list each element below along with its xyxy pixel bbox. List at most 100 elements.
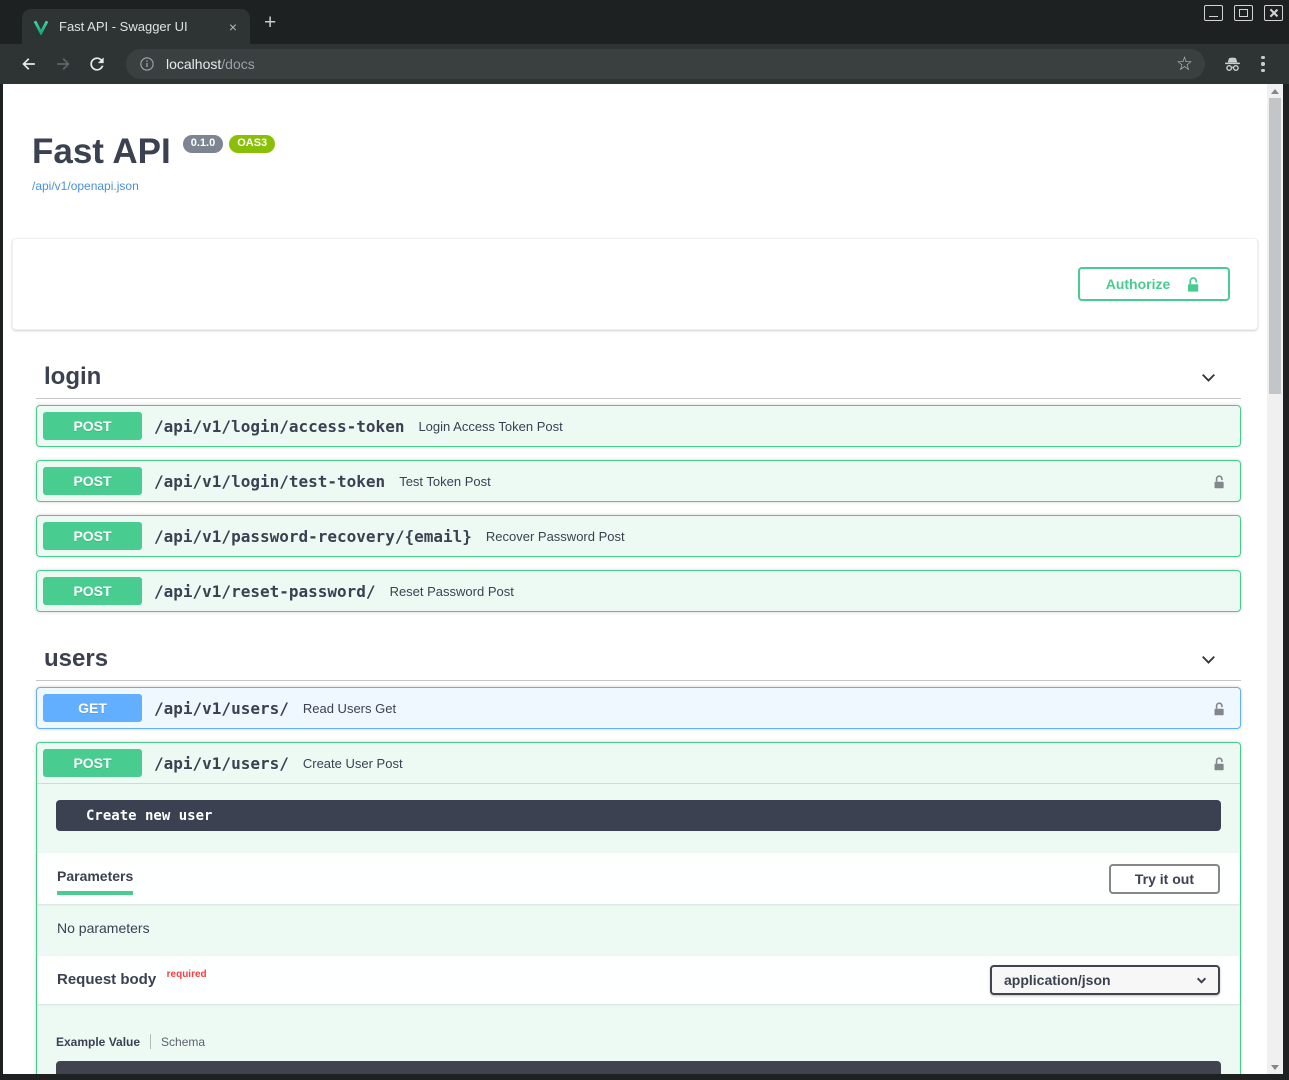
method-badge: POST — [43, 522, 142, 550]
browser-toolbar: localhost/docs ☆ — [0, 44, 1289, 84]
op-path: /api/v1/users/ — [154, 699, 289, 718]
minimize-button[interactable] — [1204, 5, 1223, 21]
tag-section-login: login POST /api/v1/login/access-token Lo… — [36, 354, 1241, 612]
authorize-button[interactable]: Authorize — [1078, 267, 1230, 301]
request-body-label: Request body — [57, 971, 156, 988]
tag-header-login[interactable]: login — [36, 354, 1241, 399]
request-body-header: Request body required application/json — [37, 956, 1240, 1004]
bookmark-star-icon[interactable]: ☆ — [1176, 55, 1193, 74]
op-summary: Read Users Get — [303, 701, 1211, 716]
page-content: Fast API 0.1.0 OAS3 /api/v1/openapi.json… — [3, 84, 1283, 1074]
new-tab-button[interactable]: + — [264, 11, 276, 35]
browser-tab[interactable]: Fast API - Swagger UI × — [22, 9, 250, 44]
tag-section-users: users GET /api/v1/users/ Read Users Get — [36, 636, 1241, 1074]
reload-icon — [87, 54, 107, 74]
window-controls — [1204, 5, 1283, 21]
op-summary: Create User Post — [303, 756, 1211, 771]
parameters-tab[interactable]: Parameters — [57, 862, 133, 895]
page-scrollbar[interactable] — [1267, 84, 1283, 1074]
browser-menu-button[interactable] — [1253, 51, 1273, 77]
page-title: Fast API — [32, 132, 171, 172]
scrollbar-down-arrow[interactable] — [1267, 1060, 1283, 1074]
tag-title: users — [44, 644, 108, 674]
scrollbar-up-arrow[interactable] — [1267, 84, 1283, 98]
tag-header-users[interactable]: users — [36, 636, 1241, 681]
op-summary: Recover Password Post — [486, 529, 1240, 544]
op-path: /api/v1/password-recovery/{email} — [154, 527, 472, 546]
close-icon — [1269, 8, 1279, 18]
method-badge: POST — [43, 412, 142, 440]
api-title-row: Fast API 0.1.0 OAS3 — [32, 132, 1267, 172]
chevron-down-icon — [1195, 974, 1208, 987]
back-button[interactable] — [16, 51, 42, 77]
address-bar[interactable]: localhost/docs ☆ — [126, 49, 1205, 79]
media-type-select[interactable]: application/json — [990, 965, 1220, 995]
op-description: Create new user — [56, 800, 1221, 831]
op-path: /api/v1/reset-password/ — [154, 582, 376, 601]
maximize-icon — [1239, 9, 1248, 17]
auth-lock-icon[interactable] — [1211, 473, 1227, 490]
tab-title: Fast API - Swagger UI — [59, 19, 226, 34]
openapi-spec-link[interactable]: /api/v1/openapi.json — [32, 179, 139, 193]
close-button[interactable] — [1264, 5, 1283, 21]
favicon-v-icon — [33, 19, 49, 35]
op-summary: Login Access Token Post — [418, 419, 1240, 434]
chevron-down-icon[interactable] — [1198, 649, 1219, 670]
scrollbar-thumb[interactable] — [1269, 98, 1281, 394]
auth-lock-icon[interactable] — [1211, 755, 1227, 772]
op-path: /api/v1/users/ — [154, 754, 289, 773]
forward-arrow-icon — [53, 54, 73, 74]
tabs-divider — [150, 1034, 151, 1049]
minimize-icon — [1209, 16, 1218, 17]
auth-lock-icon[interactable] — [1211, 700, 1227, 717]
tab-schema[interactable]: Schema — [161, 1035, 205, 1049]
op-row-reset-password[interactable]: POST /api/v1/reset-password/ Reset Passw… — [36, 570, 1241, 612]
spec-link-row: /api/v1/openapi.json — [32, 179, 1267, 193]
version-badge: 0.1.0 — [183, 135, 223, 153]
op-row-password-recovery[interactable]: POST /api/v1/password-recovery/{email} R… — [36, 515, 1241, 557]
authorize-label: Authorize — [1106, 276, 1171, 292]
op-summary: Test Token Post — [399, 474, 1211, 489]
oas3-badge: OAS3 — [229, 135, 275, 153]
op-row-read-users[interactable]: GET /api/v1/users/ Read Users Get — [36, 687, 1241, 729]
forward-button[interactable] — [50, 51, 76, 77]
operations-list: login POST /api/v1/login/access-token Lo… — [36, 354, 1241, 1074]
reload-button[interactable] — [84, 51, 110, 77]
info-icon[interactable] — [138, 55, 156, 73]
op-row-login-test-token[interactable]: POST /api/v1/login/test-token Test Token… — [36, 460, 1241, 502]
unlock-icon — [1184, 275, 1202, 293]
required-badge: required — [167, 969, 207, 980]
incognito-badge — [1219, 51, 1245, 77]
parameters-header: Parameters Try it out — [37, 853, 1240, 904]
op-summary: Reset Password Post — [390, 584, 1240, 599]
swagger-ui: Fast API 0.1.0 OAS3 /api/v1/openapi.json… — [3, 84, 1267, 1074]
badges: 0.1.0 OAS3 — [183, 135, 275, 153]
model-example: Example Value Schema { — [37, 1004, 1240, 1074]
try-it-out-button[interactable]: Try it out — [1109, 864, 1220, 894]
browser-tabstrip: Fast API - Swagger UI × + — [0, 0, 1289, 44]
method-badge: POST — [43, 749, 142, 777]
op-path: /api/v1/login/access-token — [154, 417, 404, 436]
method-badge: POST — [43, 577, 142, 605]
url-host: localhost — [166, 56, 221, 72]
tab-example-value[interactable]: Example Value — [56, 1035, 140, 1049]
method-badge: GET — [43, 694, 142, 722]
scheme-container: Authorize — [12, 238, 1258, 330]
media-type-value: application/json — [1004, 972, 1111, 988]
method-badge: POST — [43, 467, 142, 495]
incognito-icon — [1222, 54, 1243, 75]
url-path: /docs — [221, 56, 254, 72]
op-row-login-access-token[interactable]: POST /api/v1/login/access-token Login Ac… — [36, 405, 1241, 447]
maximize-button[interactable] — [1234, 5, 1253, 21]
api-info: Fast API 0.1.0 OAS3 /api/v1/openapi.json — [3, 84, 1267, 193]
tab-close-icon[interactable]: × — [226, 19, 240, 35]
op-description-wrapper: Create new user — [37, 784, 1240, 853]
opblock-create-user: POST /api/v1/users/ Create User Post Cre… — [36, 742, 1241, 1074]
no-parameters-text: No parameters — [37, 904, 1240, 956]
op-row-create-user[interactable]: POST /api/v1/users/ Create User Post — [37, 743, 1240, 784]
example-tabs: Example Value Schema — [56, 1034, 1221, 1049]
back-arrow-icon — [19, 54, 39, 74]
chevron-down-icon[interactable] — [1198, 367, 1219, 388]
tag-title: login — [44, 362, 101, 392]
op-path: /api/v1/login/test-token — [154, 472, 385, 491]
